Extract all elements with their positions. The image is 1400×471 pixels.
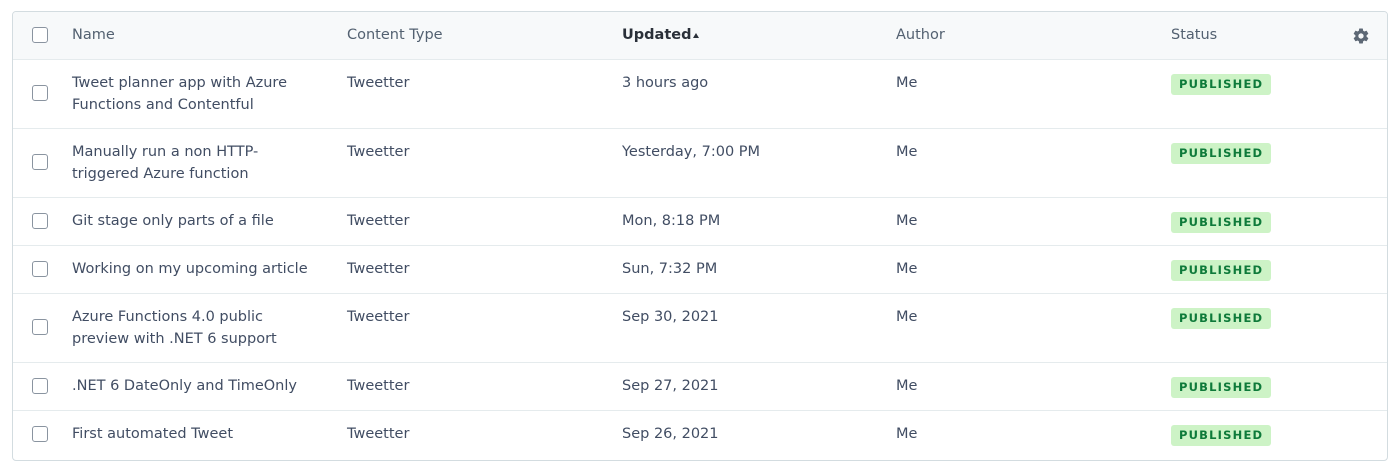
- entry-author: Me: [896, 213, 918, 229]
- column-header-author[interactable]: Author: [896, 25, 945, 47]
- entry-content-type: Tweetter: [347, 426, 410, 442]
- status-badge: PUBLISHED: [1171, 74, 1272, 95]
- column-header-status[interactable]: Status: [1171, 25, 1217, 47]
- entry-updated: Sun, 7:32 PM: [622, 261, 718, 277]
- entry-content-type: Tweetter: [347, 309, 410, 325]
- status-badge: PUBLISHED: [1171, 143, 1272, 164]
- status-badge: PUBLISHED: [1171, 377, 1272, 398]
- row-checkbox[interactable]: [32, 154, 48, 170]
- entry-updated: 3 hours ago: [622, 75, 709, 91]
- column-header-content-type[interactable]: Content Type: [347, 25, 443, 47]
- table-header: Name Content Type Updated Author Status: [13, 12, 1387, 60]
- entry-author: Me: [896, 144, 918, 160]
- table-row[interactable]: First automated Tweet Tweetter Sep 26, 2…: [13, 411, 1387, 460]
- status-badge: PUBLISHED: [1171, 212, 1272, 233]
- select-all-checkbox[interactable]: [32, 27, 48, 43]
- entry-name[interactable]: Manually run a non HTTP-triggered Azure …: [72, 142, 322, 185]
- table-row[interactable]: Manually run a non HTTP-triggered Azure …: [13, 129, 1387, 198]
- gear-icon[interactable]: [1352, 27, 1370, 45]
- table-row[interactable]: Git stage only parts of a file Tweetter …: [13, 198, 1387, 246]
- entries-table: Name Content Type Updated Author Status …: [12, 11, 1388, 461]
- entry-name[interactable]: Tweet planner app with Azure Functions a…: [72, 73, 322, 116]
- entry-author: Me: [896, 261, 918, 277]
- table-row[interactable]: Working on my upcoming article Tweetter …: [13, 246, 1387, 294]
- row-checkbox[interactable]: [32, 85, 48, 101]
- row-checkbox[interactable]: [32, 319, 48, 335]
- entry-name[interactable]: First automated Tweet: [72, 424, 322, 446]
- entry-name[interactable]: Working on my upcoming article: [72, 259, 322, 281]
- entry-author: Me: [896, 75, 918, 91]
- entry-author: Me: [896, 378, 918, 394]
- row-checkbox[interactable]: [32, 378, 48, 394]
- status-badge: PUBLISHED: [1171, 425, 1272, 446]
- entry-content-type: Tweetter: [347, 213, 410, 229]
- status-badge: PUBLISHED: [1171, 308, 1272, 329]
- entry-author: Me: [896, 309, 918, 325]
- table-row[interactable]: .NET 6 DateOnly and TimeOnly Tweetter Se…: [13, 363, 1387, 411]
- entry-author: Me: [896, 426, 918, 442]
- sort-ascending-icon[interactable]: [693, 33, 699, 38]
- entry-updated: Sep 26, 2021: [622, 426, 719, 442]
- entry-updated: Sep 30, 2021: [622, 309, 719, 325]
- entry-content-type: Tweetter: [347, 261, 410, 277]
- entry-updated: Yesterday, 7:00 PM: [622, 144, 761, 160]
- column-header-updated[interactable]: Updated: [622, 25, 691, 47]
- entry-content-type: Tweetter: [347, 378, 410, 394]
- entry-updated: Sep 27, 2021: [622, 378, 719, 394]
- status-badge: PUBLISHED: [1171, 260, 1272, 281]
- row-checkbox[interactable]: [32, 426, 48, 442]
- table-row[interactable]: Azure Functions 4.0 public preview with …: [13, 294, 1387, 363]
- column-header-name[interactable]: Name: [72, 25, 115, 47]
- row-checkbox[interactable]: [32, 213, 48, 229]
- entry-name[interactable]: .NET 6 DateOnly and TimeOnly: [72, 376, 322, 398]
- entry-content-type: Tweetter: [347, 75, 410, 91]
- table-row[interactable]: Tweet planner app with Azure Functions a…: [13, 60, 1387, 129]
- row-checkbox[interactable]: [32, 261, 48, 277]
- entry-name[interactable]: Git stage only parts of a file: [72, 211, 322, 233]
- entry-content-type: Tweetter: [347, 144, 410, 160]
- entry-updated: Mon, 8:18 PM: [622, 213, 721, 229]
- entry-name[interactable]: Azure Functions 4.0 public preview with …: [72, 307, 322, 350]
